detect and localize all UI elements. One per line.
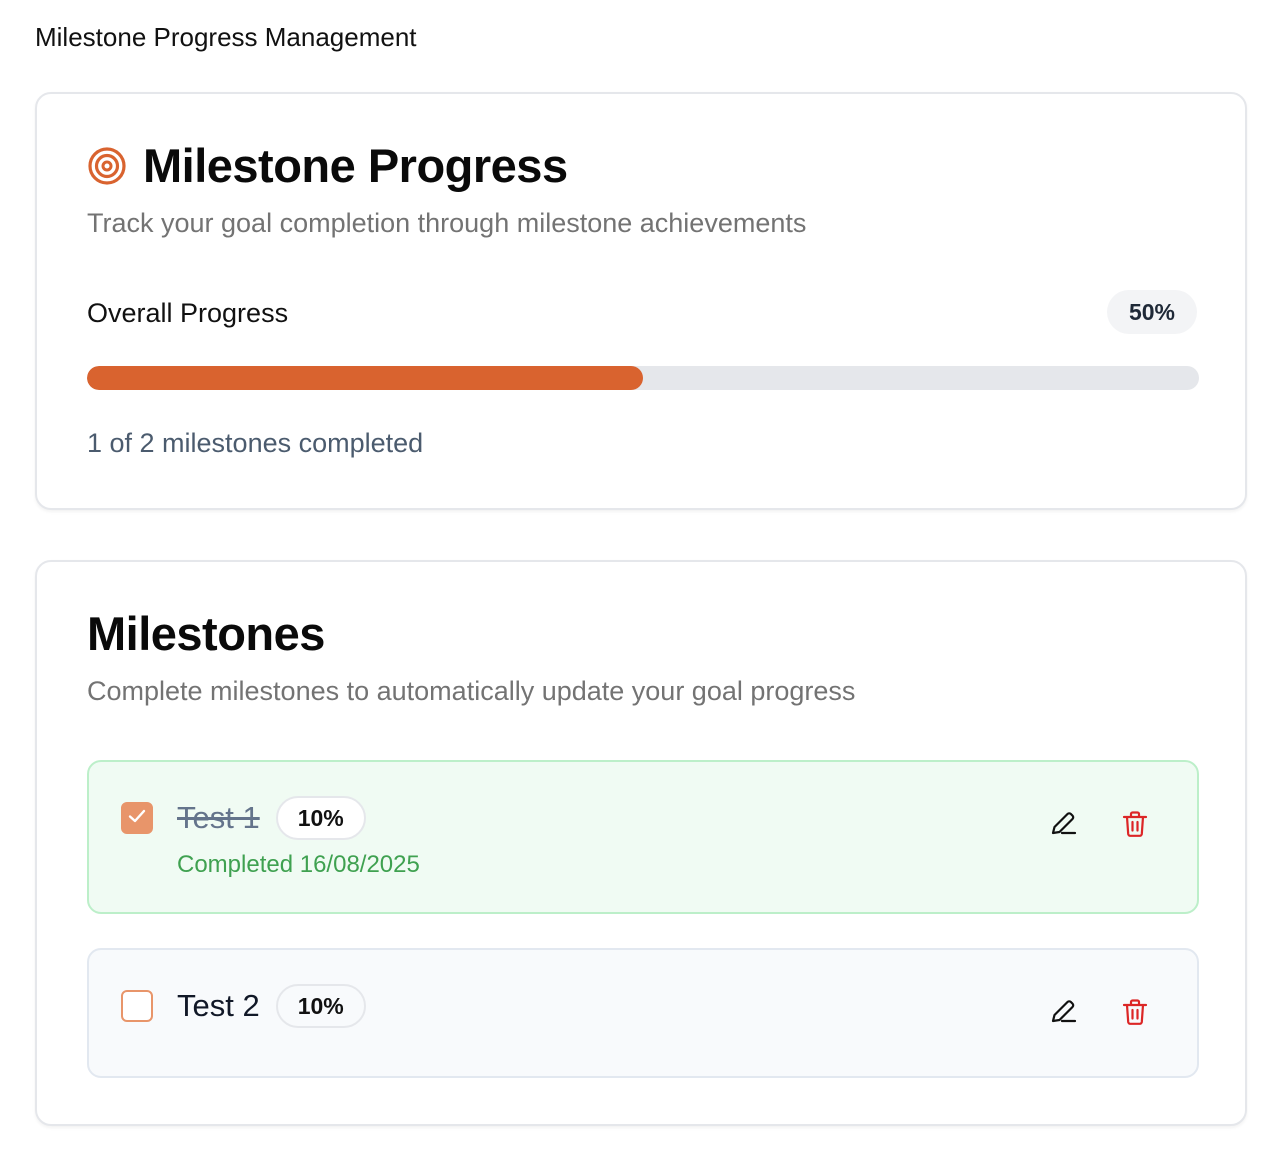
milestone-name: Test 1	[177, 800, 260, 835]
milestone-header: Test 1 10%	[177, 796, 366, 840]
edit-milestone-button[interactable]	[1041, 992, 1085, 1036]
overall-progress-fill	[87, 366, 643, 390]
milestone-header: Test 2 10%	[177, 984, 366, 1028]
page-heading: Milestone Progress Management	[35, 22, 417, 52]
milestones-card-description: Complete milestones to automatically upd…	[87, 676, 856, 706]
milestones-card: Milestones Complete milestones to automa…	[35, 560, 1247, 1126]
overall-progress-label: Overall Progress	[87, 298, 289, 328]
delete-milestone-button[interactable]	[1113, 804, 1157, 848]
pencil-icon	[1048, 809, 1078, 844]
delete-milestone-button[interactable]	[1113, 992, 1157, 1036]
milestone-item: Test 1 10% Completed 16/08/2025	[87, 760, 1199, 914]
milestone-weight-badge: 10%	[275, 984, 366, 1028]
edit-milestone-button[interactable]	[1041, 804, 1085, 848]
progress-card-description: Track your goal completion through miles…	[87, 208, 807, 238]
progress-title-row: Milestone Progress	[87, 138, 568, 194]
milestones-card-title: Milestones	[87, 607, 325, 660]
overall-progress-badge: 50%	[1106, 290, 1197, 334]
checkmark-icon	[126, 805, 148, 832]
target-icon	[87, 146, 127, 186]
milestone-weight-badge: 10%	[275, 796, 366, 840]
milestone-progress-card: Milestone Progress Track your goal compl…	[35, 92, 1247, 510]
trash-icon	[1120, 997, 1150, 1032]
milestone-name: Test 2	[177, 988, 260, 1023]
milestone-item: Test 2 10%	[87, 948, 1199, 1078]
overall-progress-bar	[87, 366, 1199, 390]
trash-icon	[1120, 809, 1150, 844]
milestone-checkbox-unchecked[interactable]	[121, 990, 153, 1022]
milestones-completed-caption: 1 of 2 milestones completed	[87, 428, 424, 458]
milestone-completed-date: Completed 16/08/2025	[177, 851, 420, 878]
milestone-checkbox-checked[interactable]	[121, 802, 153, 834]
progress-card-title: Milestone Progress	[143, 139, 568, 192]
pencil-icon	[1048, 997, 1078, 1032]
